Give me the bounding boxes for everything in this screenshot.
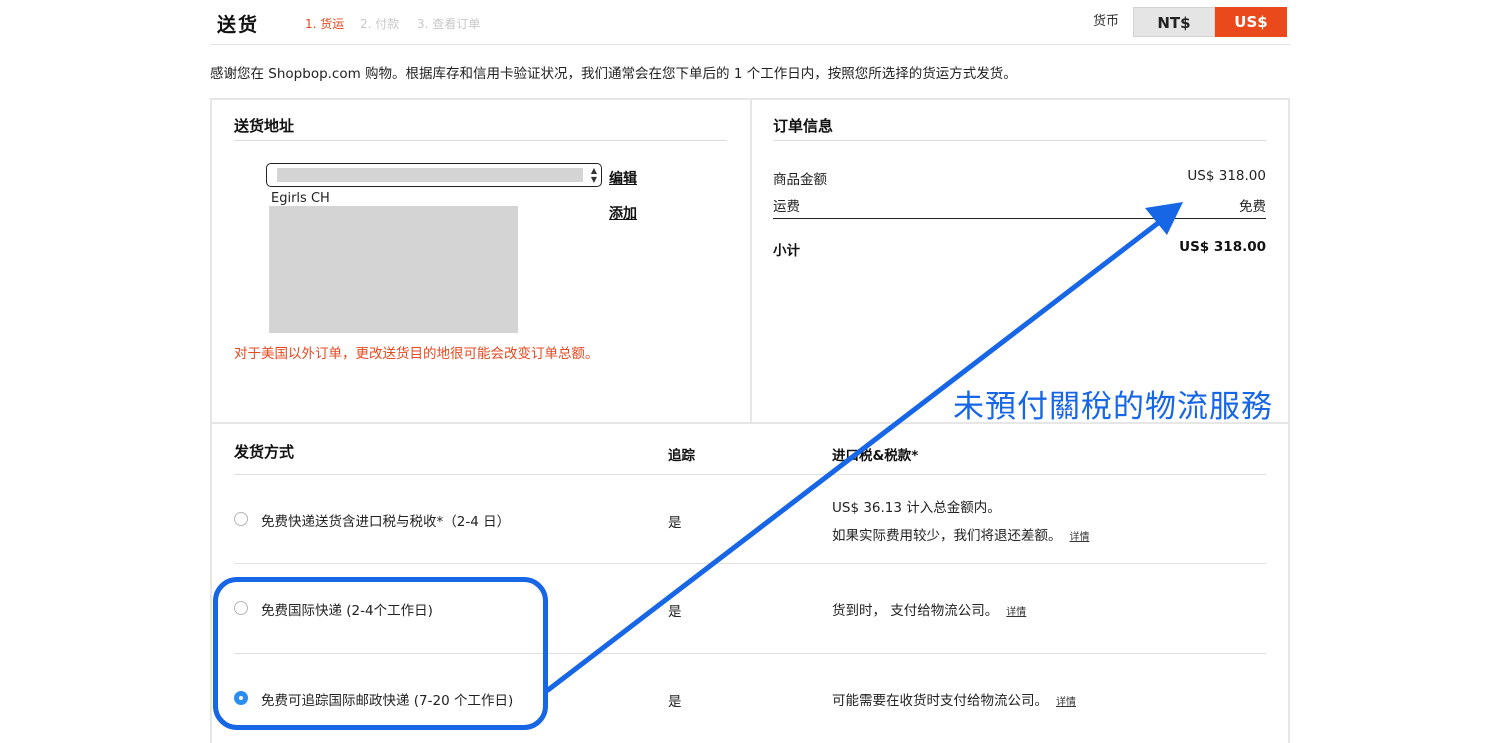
details-link-2[interactable]: 详情 [1006,607,1026,618]
details-link-1[interactable]: 详情 [1070,532,1090,543]
annotation-highlight-box [213,577,548,730]
shipping-option-tax-3: 可能需要在收货时支付给物流公司。 详情 [832,689,1076,709]
shipping-header-rule [234,474,1266,475]
currency-usd-button[interactable]: US$ [1215,7,1287,37]
step-payment: 2. 付款 [360,17,400,31]
order-info-title: 订单信息 [773,117,834,135]
edit-address-link[interactable]: 编辑 [609,168,637,188]
annotation-text: 未預付關稅的物流服務 [953,389,1273,425]
step-shipping: 1. 货运 [305,17,345,31]
shipping-option-tracking-3: 是 [668,694,682,710]
shipping-fee-label: 运费 [773,199,800,215]
shipping-option-tax-note-1: 如果实际费用较少，我们将退还差额。 详情 [832,524,1090,544]
tax-text: 货到时， 支付给物流公司。 [832,603,999,619]
merchandise-label: 商品金额 [773,172,827,188]
shipping-option-tax-1: US$ 36.13 计入总金额内。 [832,500,1001,516]
shipping-option-tracking-2: 是 [668,604,682,620]
panel-divider-vertical [750,98,752,424]
currency-ntd-button[interactable]: NT$ [1133,7,1215,37]
tax-note-text: 如果实际费用较少，我们将退还差额。 [832,528,1062,544]
address-name: Egirls CH [271,191,330,206]
shipping-row-rule [234,563,1266,564]
tax-text: 可能需要在收货时支付给物流公司。 [832,693,1048,709]
tracking-column-header: 追踪 [668,448,695,464]
details-link-3[interactable]: 详情 [1056,697,1076,708]
page-title: 送货 [217,14,260,36]
shipping-option-tracking-1: 是 [668,515,682,531]
merchandise-value: US$ 318.00 [1187,168,1266,184]
shipping-option-label-1[interactable]: 免费快递送货含进口税与税收*（2-4 日） [261,510,510,530]
shipping-method-title: 发货方式 [234,443,295,461]
step-review-order: 3. 查看订单 [417,17,481,31]
shipping-option-tax-2: 货到时， 支付给物流公司。 详情 [832,599,1026,619]
add-address-link[interactable]: 添加 [609,203,637,223]
subtotal-value: US$ 318.00 [1179,239,1266,255]
subtotal-label: 小计 [773,243,800,259]
redacted-address-block [269,206,518,333]
select-arrows-icon: ▲ ▼ [590,166,597,184]
address-change-warning: 对于美国以外订单，更改送货目的地很可能会改变订单总额。 [234,346,599,362]
header-divider [210,44,1290,45]
tax-column-header: 进口税&税款* [832,448,919,464]
order-info-total-rule [773,218,1266,219]
address-select[interactable]: ▲ ▼ [266,163,602,187]
shipping-address-title: 送货地址 [234,117,295,135]
order-info-title-rule [773,140,1266,141]
shipping-option-radio-1[interactable] [234,512,248,526]
intro-text: 感谢您在 Shopbop.com 购物。根据库存和信用卡验证状况，我们通常会在您… [210,66,1017,82]
redacted-address-value [277,168,583,182]
address-title-rule [234,140,727,141]
currency-label: 货币 [1093,14,1120,29]
shipping-fee-value: 免费 [1239,199,1266,215]
